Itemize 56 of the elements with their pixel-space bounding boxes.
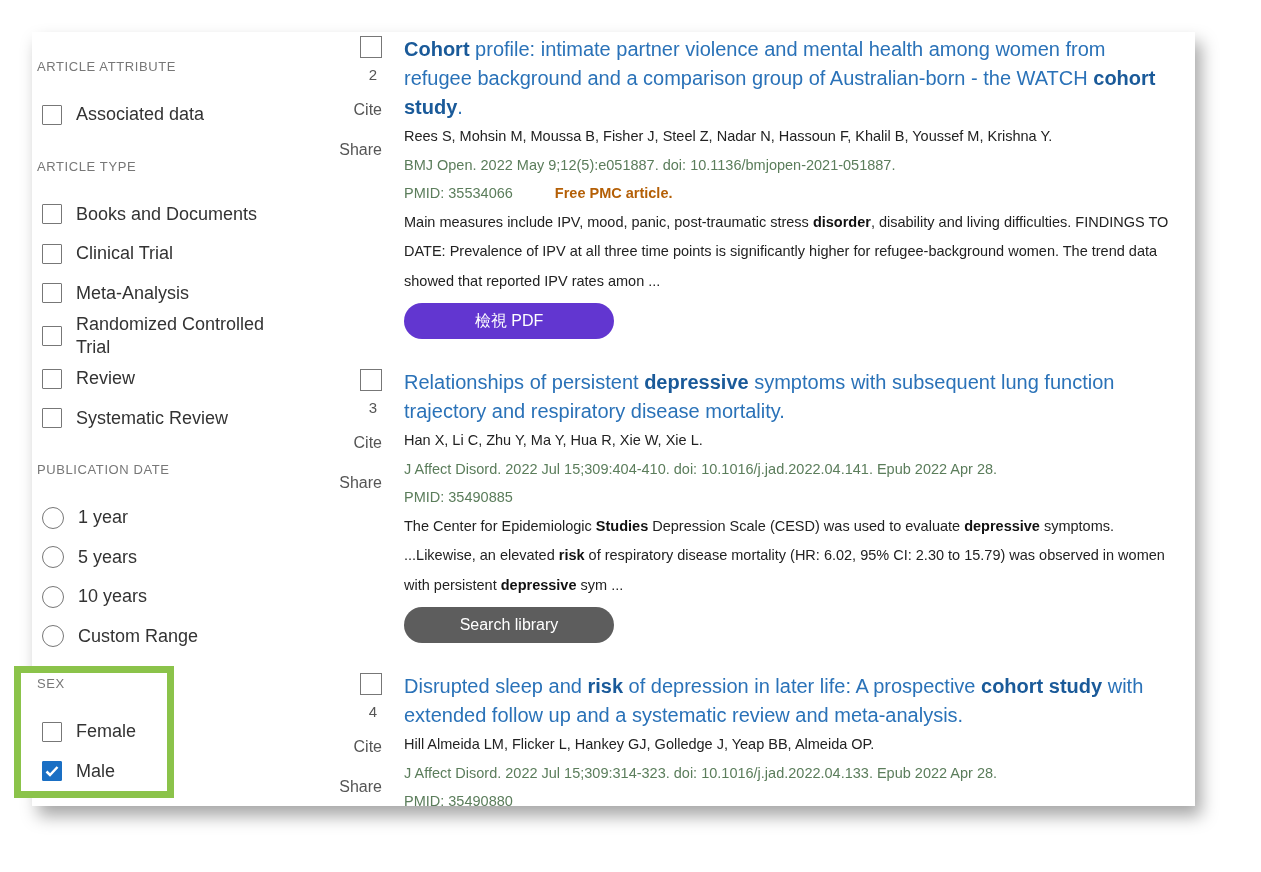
result-checkbox[interactable] xyxy=(360,673,382,695)
filter-option-label[interactable]: 5 years xyxy=(78,545,138,569)
filter-option-label[interactable]: Associated data xyxy=(76,103,205,127)
search-library-button[interactable]: Search library xyxy=(404,607,614,643)
result-checkbox[interactable] xyxy=(360,369,382,391)
action-link[interactable]: Cite xyxy=(353,434,382,452)
pmid-text: PMID: 35534066 xyxy=(404,184,513,203)
filter-heading: ARTICLE TYPE xyxy=(37,158,138,175)
authors-text: Rees S, Mohsin M, Moussa B, Fisher J, Steel Z, Nadar N, Hassoun F, Khalil B, Youssef M, Krishna Y. xyxy=(404,127,1053,146)
filter-option-label[interactable]: Randomized Controlled Trial xyxy=(76,313,286,359)
action-link[interactable]: Share xyxy=(339,141,382,159)
result-number: 2 xyxy=(368,65,377,85)
citation-text: J Affect Disord. 2022 Jul 15;309:314-323. doi: 10.1016/j.jad.2022.04.133. Epub 2022 Apr 28. xyxy=(404,763,998,783)
result-checkbox[interactable] xyxy=(360,36,382,58)
abstract-snippet: The Center for Epidemiologic Studies Depression Scale (CESD) was used to evaluate depressive symptoms. ...Likewise, an elevated risk of respiratory disease mortality (HR: 6.02, 95% CI: 2.30 to 15.79) was observed in women with persistent depressive sym ... xyxy=(404,516,1166,595)
article-title-link[interactable]: Relationships of persistent depressive symptoms with subsequent lung function trajectory and respiratory disease mortality. xyxy=(404,368,1174,426)
checkbox[interactable] xyxy=(42,368,62,389)
checkbox[interactable] xyxy=(42,243,62,264)
action-link[interactable]: Share xyxy=(339,474,382,492)
pmid-text: PMID: 35490885 xyxy=(404,488,513,507)
filter-option-label[interactable]: Review xyxy=(76,367,136,391)
filter-option-label[interactable]: 1 year xyxy=(78,506,129,530)
checkbox[interactable] xyxy=(42,408,62,429)
free-article-link[interactable]: Free PMC article. xyxy=(554,179,673,208)
action-link[interactable]: Cite xyxy=(353,101,382,119)
checkmark-icon xyxy=(45,765,59,778)
action-link[interactable]: Cite xyxy=(353,738,382,756)
pmid-text: PMID: 35490880 xyxy=(404,792,513,806)
result-number: 4 xyxy=(368,702,377,722)
authors-text: Hill Almeida LM, Flicker L, Hankey GJ, Golledge J, Yeap BB, Almeida OP. xyxy=(404,735,875,754)
checkbox[interactable] xyxy=(42,721,62,742)
filter-option-label[interactable]: 10 years xyxy=(78,585,148,609)
article-title-link[interactable]: Disrupted sleep and risk of depression in later life: A prospective cohort study with extended follow up and a systematic review and meta-analysis. xyxy=(404,672,1174,730)
filter-heading: PUBLICATION DATE xyxy=(37,462,171,478)
filter-option-label[interactable]: Meta-Analysis xyxy=(76,281,190,305)
citation-text: J Affect Disord. 2022 Jul 15;309:404-410. doi: 10.1016/j.jad.2022.04.141. Epub 2022 Apr 28. xyxy=(404,459,998,479)
filter-option-label[interactable]: Books and Documents xyxy=(76,202,258,226)
authors-text: Han X, Li C, Zhu Y, Ma Y, Hua R, Xie W, Xie L. xyxy=(404,431,703,450)
checkbox[interactable] xyxy=(42,326,62,346)
citation-text: BMJ Open. 2022 May 9;12(5):e051887. doi: 10.1136/bmjopen-2021-051887. xyxy=(404,155,896,175)
abstract-snippet: Main measures include IPV, mood, panic, post-traumatic stress disorder, disability and living difficulties. FINDINGS TO DATE: Prevalence of IPV at all three time points is significantly higher for refugee-background women. The trend data showed that reported IPV rates amon ... xyxy=(404,212,1170,291)
checkbox[interactable] xyxy=(42,204,62,225)
checkbox[interactable] xyxy=(42,104,62,125)
filter-heading: SEX xyxy=(37,676,66,692)
filter-option-label[interactable]: Systematic Review xyxy=(76,406,229,430)
checkbox[interactable] xyxy=(42,761,62,782)
filter-option-label[interactable]: Female xyxy=(76,720,137,744)
filter-option-label[interactable]: Clinical Trial xyxy=(76,242,174,266)
action-link[interactable]: Share xyxy=(339,778,382,796)
checkbox[interactable] xyxy=(42,283,62,304)
filter-option-label[interactable]: Male xyxy=(76,759,115,783)
filter-heading: ARTICLE ATTRIBUTE xyxy=(37,59,178,75)
article-title-link[interactable]: Cohort profile: intimate partner violence and mental health among women from refugee background and a comparison group of Australian-born - the WATCH cohort study. xyxy=(404,35,1174,122)
filter-option-label[interactable]: Custom Range xyxy=(78,624,199,648)
view-pdf-button[interactable]: 檢視 PDF xyxy=(404,303,614,339)
result-number: 3 xyxy=(368,398,377,418)
